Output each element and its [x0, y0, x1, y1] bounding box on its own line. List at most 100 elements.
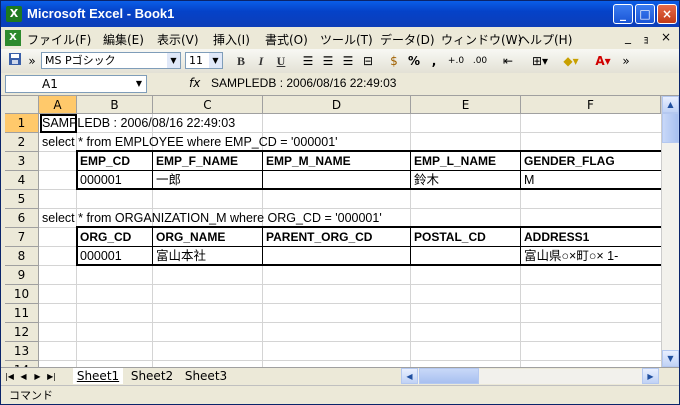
formula-content[interactable]: SAMPLEDB : 2006/08/16 22:49:03: [211, 76, 396, 90]
doc-close-button[interactable]: ×: [661, 30, 671, 44]
align-left-icon[interactable]: ☰: [299, 52, 317, 70]
menu-data[interactable]: データ(D): [380, 31, 435, 48]
cell-d7[interactable]: PARENT_ORG_CD: [264, 228, 372, 247]
font-size-select[interactable]: 11 ▼: [185, 52, 223, 69]
row-header-4[interactable]: 4: [5, 171, 39, 190]
menu-help[interactable]: ヘルプ(H): [518, 31, 572, 48]
cell-e8[interactable]: [412, 247, 414, 266]
last-sheet-icon[interactable]: ▶|: [45, 369, 58, 384]
row-header-6[interactable]: 6: [5, 209, 39, 228]
cell-c7[interactable]: ORG_NAME: [154, 228, 225, 247]
cell-b3[interactable]: EMP_CD: [78, 152, 130, 171]
row-header-11[interactable]: 11: [5, 304, 39, 323]
toolbar-more-chevron-icon[interactable]: »: [621, 52, 631, 70]
decrease-decimal-icon[interactable]: .00: [469, 52, 491, 70]
chevron-down-icon[interactable]: ▼: [209, 53, 222, 68]
cell-b7[interactable]: ORG_CD: [78, 228, 131, 247]
column-header-b[interactable]: B: [77, 96, 153, 114]
scroll-thumb[interactable]: [662, 113, 679, 143]
menu-insert[interactable]: 挿入(I): [213, 31, 250, 48]
workbook-icon[interactable]: X: [5, 30, 21, 46]
minimize-button[interactable]: _: [613, 4, 633, 24]
cell-c8[interactable]: 富山本社: [154, 247, 206, 266]
name-box[interactable]: A1 ▼: [5, 75, 147, 93]
row-header-13[interactable]: 13: [5, 342, 39, 361]
fill-color-icon[interactable]: ◆▾: [557, 52, 585, 70]
bold-button[interactable]: B: [233, 52, 249, 70]
next-sheet-icon[interactable]: ▶: [31, 369, 44, 384]
horizontal-scroll-thumb[interactable]: [419, 368, 479, 384]
first-sheet-icon[interactable]: |◀: [3, 369, 16, 384]
scroll-up-icon[interactable]: ▲: [662, 96, 679, 113]
underline-button[interactable]: U: [273, 52, 289, 70]
cell-e7[interactable]: POSTAL_CD: [412, 228, 486, 247]
cell-f7[interactable]: ADDRESS1: [522, 228, 661, 247]
cell-c4[interactable]: 一郎: [154, 171, 181, 190]
select-all-corner[interactable]: [5, 96, 39, 114]
worksheet-grid[interactable]: A B C D E F 1 2 3 4 5 6 7 8 9 10 11 12 1…: [5, 96, 661, 367]
menu-edit[interactable]: 編集(E): [103, 31, 144, 48]
row-header-8[interactable]: 8: [5, 247, 39, 266]
row-header-5[interactable]: 5: [5, 190, 39, 209]
menu-file[interactable]: ファイル(F): [27, 31, 91, 48]
cell-f8[interactable]: 富山県○×町○× 1-: [522, 247, 661, 266]
percent-button[interactable]: %: [405, 52, 423, 70]
column-header-a[interactable]: A: [39, 96, 77, 114]
sheet-tab-sheet3[interactable]: Sheet3: [181, 368, 231, 384]
vertical-scrollbar[interactable]: ▲ ▼: [661, 96, 679, 367]
sheet-tab-sheet1[interactable]: Sheet1: [73, 368, 123, 384]
font-color-icon[interactable]: A▾: [589, 52, 617, 70]
row-header-10[interactable]: 10: [5, 285, 39, 304]
menu-window[interactable]: ウィンドウ(W): [441, 31, 522, 48]
currency-icon[interactable]: $: [385, 52, 403, 70]
column-header-c[interactable]: C: [153, 96, 263, 114]
increase-decimal-icon[interactable]: +.0: [445, 52, 467, 70]
align-center-icon[interactable]: ☰: [319, 52, 337, 70]
row-header-1[interactable]: 1: [5, 114, 39, 133]
row-header-9[interactable]: 9: [5, 266, 39, 285]
italic-button[interactable]: I: [253, 52, 269, 70]
sheet-tab-sheet2[interactable]: Sheet2: [127, 368, 177, 384]
cell-f3[interactable]: GENDER_FLAG: [522, 152, 615, 171]
horizontal-scrollbar[interactable]: ◀ ▶: [401, 368, 659, 384]
scroll-down-icon[interactable]: ▼: [662, 350, 679, 367]
column-header-d[interactable]: D: [263, 96, 411, 114]
close-button[interactable]: ×: [657, 4, 677, 24]
cell-d8[interactable]: [264, 247, 266, 266]
doc-restore-button[interactable]: ｮ: [643, 30, 649, 47]
scroll-left-icon[interactable]: ◀: [401, 368, 418, 384]
cell-d4[interactable]: [264, 171, 266, 190]
row-header-12[interactable]: 12: [5, 323, 39, 342]
comma-button[interactable]: ,: [425, 52, 443, 70]
scroll-right-icon[interactable]: ▶: [642, 368, 659, 384]
cell-c3[interactable]: EMP_F_NAME: [154, 152, 238, 171]
cell-d3[interactable]: EMP_M_NAME: [264, 152, 351, 171]
prev-sheet-icon[interactable]: ◀: [17, 369, 30, 384]
align-right-icon[interactable]: ☰: [339, 52, 357, 70]
cell-b8[interactable]: 000001: [78, 247, 122, 266]
maximize-button[interactable]: □: [635, 4, 655, 24]
row-header-2[interactable]: 2: [5, 133, 39, 152]
menu-view[interactable]: 表示(V): [157, 31, 199, 48]
chevron-down-icon[interactable]: ▼: [167, 53, 180, 68]
cell-f4[interactable]: M: [522, 171, 534, 190]
column-header-e[interactable]: E: [411, 96, 521, 114]
borders-icon[interactable]: ⊞▾: [527, 52, 553, 70]
cell-a6[interactable]: select * from ORGANIZATION_M where ORG_C…: [40, 209, 382, 228]
cell-e3[interactable]: EMP_L_NAME: [412, 152, 496, 171]
column-header-f[interactable]: F: [521, 96, 661, 114]
toolbar-options-chevron-icon[interactable]: »: [27, 52, 37, 70]
save-icon[interactable]: [6, 52, 24, 70]
row-header-7[interactable]: 7: [5, 228, 39, 247]
cell-b4[interactable]: 000001: [78, 171, 122, 190]
font-name-select[interactable]: MS Pゴシック ▼: [41, 52, 181, 69]
cell-a2[interactable]: select * from EMPLOYEE where EMP_CD = '0…: [40, 133, 338, 152]
row-header-3[interactable]: 3: [5, 152, 39, 171]
merge-center-icon[interactable]: ⊟: [359, 52, 377, 70]
cell-e4[interactable]: 鈴木: [412, 171, 439, 190]
excel-app-icon[interactable]: X: [6, 6, 22, 22]
menu-tools[interactable]: ツール(T): [320, 31, 373, 48]
function-icon[interactable]: fx: [189, 76, 200, 90]
menu-format[interactable]: 書式(O): [265, 31, 308, 48]
indent-icon[interactable]: ⇤: [499, 52, 517, 70]
